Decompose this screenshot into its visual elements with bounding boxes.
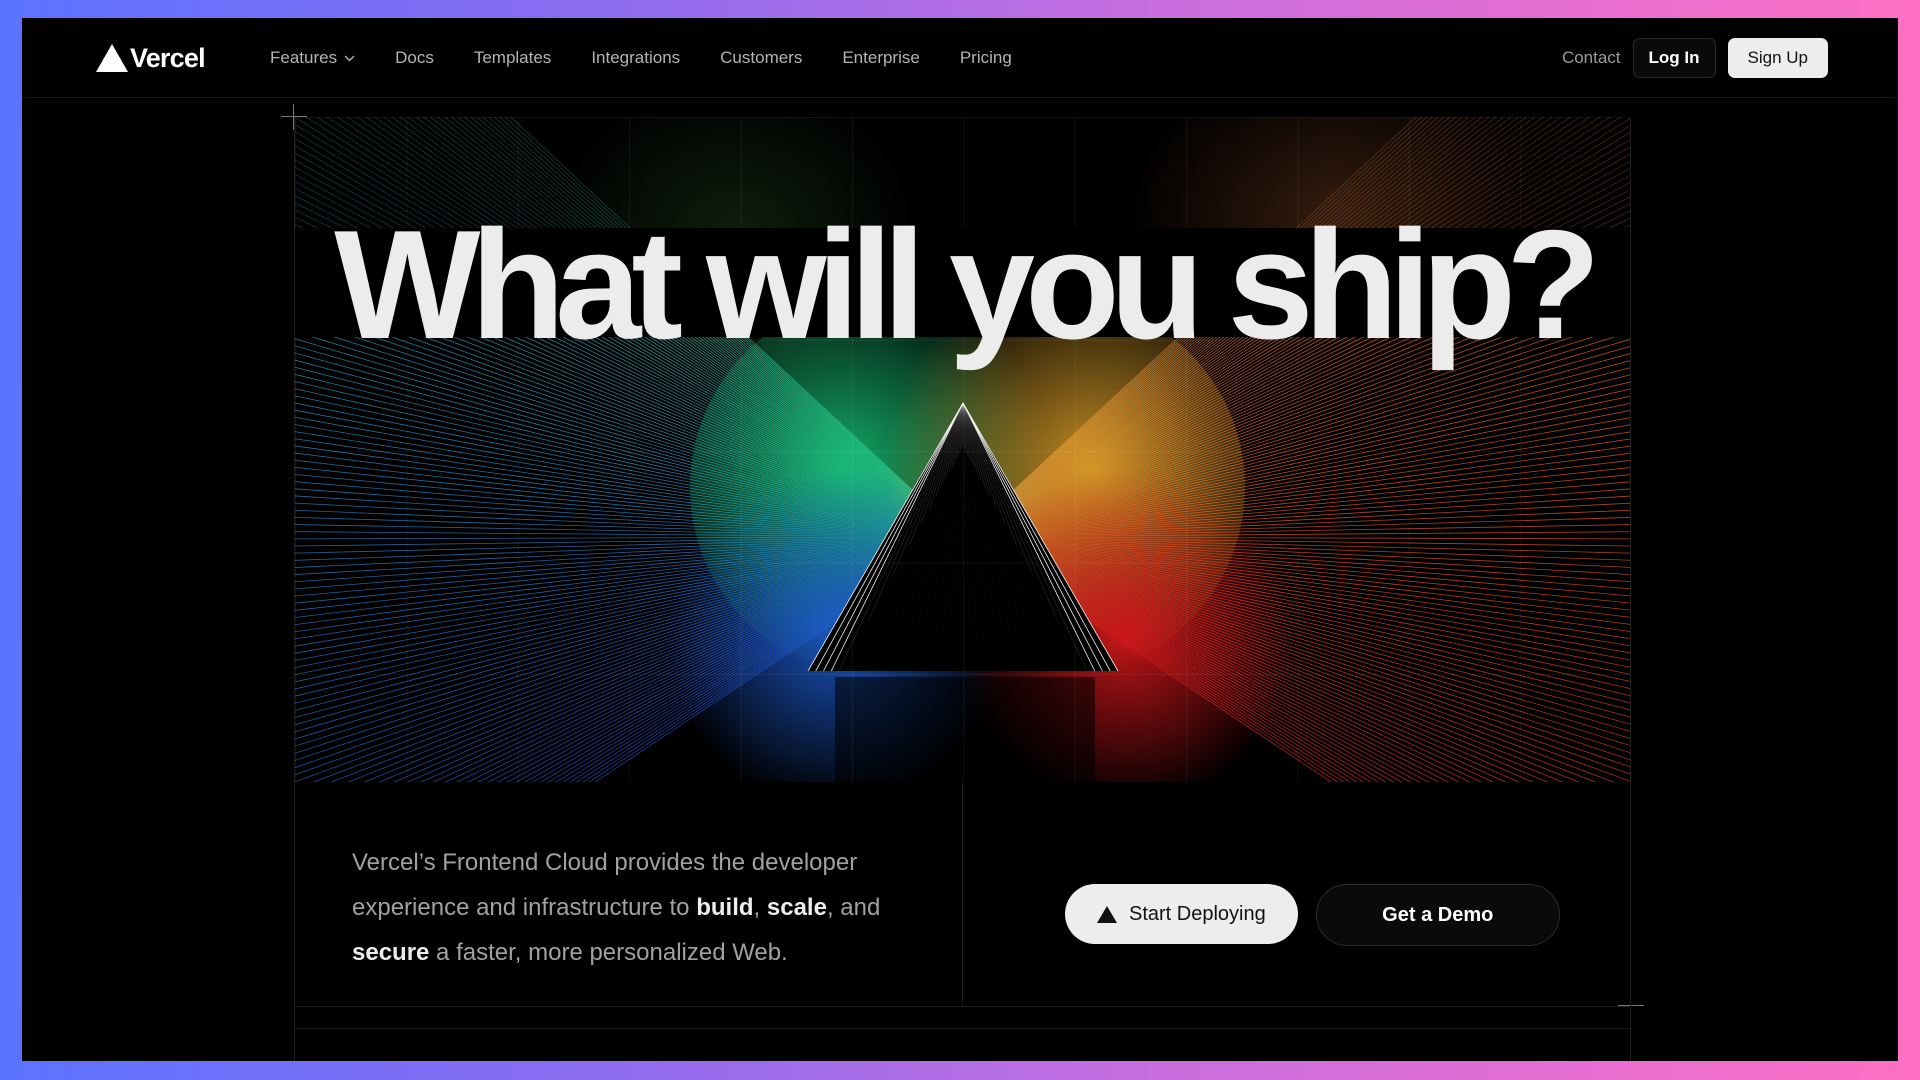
page-frame: Vercel Features Docs Templates Integrati… [22, 18, 1898, 1061]
intro-text-part: , and [826, 894, 881, 921]
contact-link[interactable]: Contact [1562, 48, 1621, 68]
vercel-logo[interactable]: Vercel [96, 42, 206, 74]
login-button[interactable]: Log In [1632, 38, 1716, 78]
intro-secure: secure [352, 939, 430, 966]
corner-plus-marker [281, 104, 307, 130]
hero-graphic: What will you ship? [294, 117, 1631, 782]
intro-build: build [696, 894, 754, 921]
intro-section: Vercel’s Frontend Cloud provides the dev… [294, 782, 1631, 1061]
start-deploying-label: Start Deploying [1129, 902, 1266, 925]
nav-item-templates[interactable]: Templates [454, 48, 571, 68]
intro-scale: scale [766, 894, 827, 921]
chevron-down-icon [344, 55, 355, 61]
nav-links: Features Docs Templates Integrations Cus… [270, 18, 1032, 98]
get-demo-button[interactable]: Get a Demo [1315, 884, 1560, 946]
nav-item-pricing[interactable]: Pricing [940, 48, 1032, 68]
cta-group: Start Deploying Get a Demo [1065, 884, 1560, 946]
intro-text-part: a faster, more personalized Web. [429, 939, 788, 966]
intro-text: Vercel’s Frontend Cloud provides the dev… [352, 840, 912, 975]
signup-button[interactable]: Sign Up [1727, 38, 1828, 78]
nav-item-features[interactable]: Features [270, 48, 375, 68]
nav-item-customers[interactable]: Customers [700, 48, 822, 68]
nav-actions: Contact Log In Sign Up [1562, 18, 1828, 98]
start-deploying-button[interactable]: Start Deploying [1065, 884, 1298, 944]
section-divider [295, 1028, 1630, 1029]
nav-item-docs[interactable]: Docs [375, 48, 454, 68]
nav-item-enterprise[interactable]: Enterprise [822, 48, 939, 68]
intro-text-part: , [753, 894, 767, 921]
nav-label: Features [270, 48, 338, 67]
hero-headline: What will you ship? [334, 198, 1601, 371]
top-nav: Vercel Features Docs Templates Integrati… [22, 18, 1898, 98]
triangle-logo-icon [96, 44, 128, 72]
brand-name: Vercel [130, 42, 206, 73]
nav-item-integrations[interactable]: Integrations [571, 48, 700, 68]
section-divider [295, 1006, 1630, 1007]
triangle-icon [1097, 905, 1117, 923]
section-divider [962, 782, 963, 1006]
